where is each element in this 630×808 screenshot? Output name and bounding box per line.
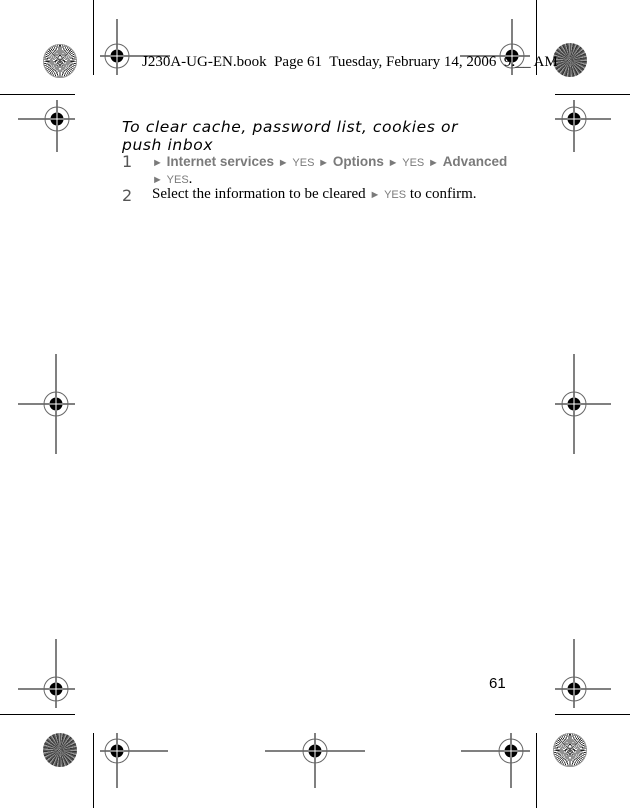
color-rosette-icon — [553, 43, 587, 77]
registration-mark-icon — [555, 639, 611, 708]
arrow-right-icon: ► — [318, 157, 330, 169]
step-number: 2 — [122, 186, 133, 205]
yes-key: YES — [292, 157, 315, 169]
menu-item-advanced: Advanced — [442, 154, 508, 169]
registration-mark-icon — [18, 100, 75, 152]
arrow-right-icon: ► — [152, 157, 163, 169]
menu-item-options: Options — [332, 154, 384, 169]
arrow-right-icon: ► — [277, 157, 289, 169]
registration-mark-icon — [555, 100, 611, 152]
step-1-suffix: . — [188, 171, 193, 187]
arrow-right-icon: ► — [369, 189, 381, 201]
step-2-text-before: Select the information to be cleared — [152, 186, 366, 202]
arrow-right-icon: ► — [387, 157, 399, 169]
menu-item-internet-services: Internet services — [166, 154, 274, 169]
section-title: To clear cache, password list, cookies o… — [122, 118, 459, 154]
color-rosette-icon — [553, 733, 587, 767]
registration-mark-icon — [461, 733, 530, 788]
registration-mark-icon — [555, 354, 611, 454]
yes-key: YES — [166, 174, 189, 186]
registration-mark-icon — [100, 733, 168, 788]
yes-key: YES — [384, 189, 407, 201]
yes-key: YES — [402, 157, 425, 169]
color-rosette-icon — [43, 44, 77, 78]
color-rosette-icon — [43, 733, 77, 767]
step-2-text: Select the information to be cleared ► Y… — [152, 186, 477, 203]
step-number: 1 — [122, 152, 133, 171]
book-info-header: J230A-UG-EN.book Page 61 Tuesday, Februa… — [142, 54, 558, 70]
step-1-menu-path: ► Internet services ► YES ► Options ► YE… — [152, 154, 507, 169]
arrow-right-icon: ► — [428, 157, 439, 169]
page-number: 61 — [489, 675, 506, 692]
registration-mark-icon — [18, 639, 75, 708]
registration-mark-icon — [265, 733, 365, 788]
step-2-text-after: to confirm. — [409, 186, 477, 202]
arrow-right-icon: ► — [152, 174, 163, 186]
registration-mark-icon — [18, 354, 75, 454]
